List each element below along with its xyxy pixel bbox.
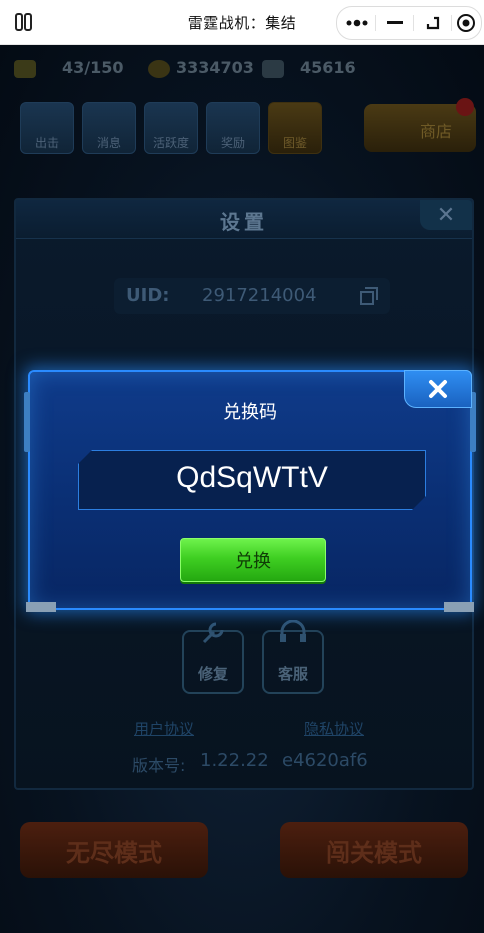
close-icon [429,380,447,398]
redeem-code-value: QdSqWTtV [176,461,328,494]
privacy-policy-link[interactable]: 隐私协议 [304,718,364,739]
dialog-title: 兑换码 [223,402,277,423]
uid-box: UID: 2917214004 [114,278,390,314]
settings-title: 设置 [220,210,268,234]
menu-activity-button[interactable]: 活跃度 [144,102,198,154]
version-value: 1.22.22 [200,750,269,771]
close-target-icon[interactable] [451,7,481,39]
version-hash: e4620af6 [282,750,368,771]
headset-icon [280,620,306,642]
version-label: 版本号: [132,756,186,775]
gold-counter: 3334703 [148,58,254,78]
menu-message-button[interactable]: 消息 [82,102,136,154]
energy-counter: 43/150 [14,58,124,78]
copy-icon[interactable] [360,287,378,305]
menu-codex-button[interactable]: 图鉴 [268,102,322,154]
customer-service-button[interactable]: 客服 [262,620,324,694]
close-icon: ✕ [436,202,456,228]
dialog-corner-decoration [26,602,56,612]
gold-coin-icon [148,59,170,78]
float-window-icon[interactable] [415,7,451,39]
menu-sortie-button[interactable]: 出击 [20,102,74,154]
stage-mode-button[interactable]: 闯关模式 [280,822,468,878]
user-agreement-link[interactable]: 用户协议 [134,718,194,739]
minimize-icon[interactable] [377,7,413,39]
uid-label: UID: [126,285,170,306]
redeem-button[interactable]: 兑换 [180,538,326,582]
settings-header: 设置 ✕ [16,200,472,239]
notification-badge [456,98,474,116]
resource-bar: 43/150 3334703 45616 [0,58,484,86]
wrench-icon [202,622,224,644]
dialog-close-button[interactable] [404,370,472,408]
top-bar: 雷霆战机：集结 [0,0,484,45]
settings-close-button[interactable]: ✕ [420,200,472,230]
shop-button[interactable]: 商店 [364,98,476,152]
dialog-corner-decoration [444,602,474,612]
gem-counter: 45616 [262,58,356,78]
more-dots-icon[interactable] [339,7,375,39]
gem-icon [262,59,284,78]
endless-mode-button[interactable]: 无尽模式 [20,822,208,878]
redeem-dialog: 兑换码 QdSqWTtV 兑换 [24,370,476,612]
uid-value: 2917214004 [202,285,317,306]
capsule-menu [336,6,482,40]
main-menu: 出击 消息 活跃度 奖励 图鉴 [20,102,322,154]
energy-icon [14,59,36,78]
menu-reward-button[interactable]: 奖励 [206,102,260,154]
redeem-code-input[interactable]: QdSqWTtV [78,450,426,510]
repair-button[interactable]: 修复 [182,622,244,694]
